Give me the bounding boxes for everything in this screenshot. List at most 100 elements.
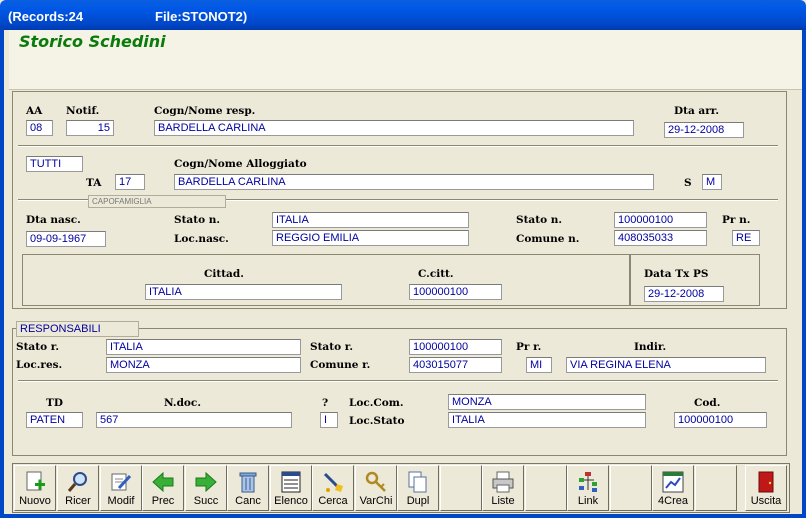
cerca-label: Cerca bbox=[318, 495, 348, 507]
4crea-label: 4Crea bbox=[658, 495, 688, 507]
elenco-label: Elenco bbox=[274, 495, 308, 507]
keys-icon bbox=[365, 471, 386, 492]
resp-name-field[interactable]: BARDELLA CARLINA bbox=[154, 120, 634, 136]
dta-nasc-label: Dta nasc. bbox=[26, 214, 81, 226]
capofamiglia-tag: CAPOFAMIGLIA bbox=[88, 195, 226, 208]
header-panel: Storico Schedini bbox=[9, 30, 802, 90]
nuovo-label: Nuovo bbox=[19, 495, 51, 507]
window-border-bottom bbox=[0, 514, 806, 518]
canc-label: Canc bbox=[235, 495, 261, 507]
ta-label: TA bbox=[86, 177, 102, 189]
trash-icon bbox=[239, 472, 257, 493]
sesso-field[interactable]: M bbox=[702, 174, 722, 190]
empty-button[interactable] bbox=[525, 465, 567, 511]
arrow-left-icon bbox=[152, 471, 174, 493]
4crea-button[interactable]: 4Crea bbox=[652, 465, 694, 511]
stato-r-code-field[interactable]: 100000100 bbox=[409, 339, 502, 355]
printer-icon bbox=[492, 471, 514, 493]
stato-n-code-label: Stato n. bbox=[516, 214, 563, 226]
stato-r-label: Stato r. bbox=[16, 341, 59, 353]
dta-arr-label: Dta arr. bbox=[674, 105, 719, 117]
notif-field[interactable]: 15 bbox=[66, 120, 114, 136]
modif-label: Modif bbox=[107, 495, 135, 507]
loc-stato-field[interactable]: ITALIA bbox=[448, 412, 646, 428]
notif-label: Notif. bbox=[66, 105, 100, 117]
divider bbox=[18, 380, 778, 382]
indir-field[interactable]: VIA REGINA ELENA bbox=[566, 357, 766, 373]
dupl-label: Dupl bbox=[406, 495, 430, 507]
td-label: TD bbox=[46, 397, 63, 409]
loc-stato-label: Loc.Stato bbox=[349, 415, 405, 427]
loc-com-field[interactable]: MONZA bbox=[448, 394, 646, 410]
cod-label: Cod. bbox=[694, 397, 721, 409]
ta-field[interactable]: 17 bbox=[115, 174, 145, 190]
ccitt-label: C.citt. bbox=[418, 268, 454, 280]
cod-field[interactable]: 100000100 bbox=[674, 412, 767, 428]
empty-button[interactable] bbox=[695, 465, 737, 511]
stato-r-code-label: Stato r. bbox=[310, 341, 353, 353]
edit-document-icon bbox=[111, 473, 132, 491]
pr-r-field[interactable]: MI bbox=[526, 357, 552, 373]
loc-nasc-field[interactable]: REGGIO EMILIA bbox=[272, 230, 469, 246]
pr-r-label: Pr r. bbox=[516, 341, 542, 353]
dta-tx-label: Data Tx PS bbox=[644, 268, 709, 280]
alloggiato-label: Cogn/Nome Alloggiato bbox=[174, 158, 307, 170]
varchi-label: VarChi bbox=[359, 495, 393, 507]
title-bar: (Records:24 File:STONOT2) bbox=[0, 0, 806, 30]
records-count: (Records:24 bbox=[8, 9, 84, 24]
tutti-field[interactable]: TUTTI bbox=[26, 156, 83, 172]
link-label: Link bbox=[577, 495, 599, 507]
resp-label: Cogn/Nome resp. bbox=[154, 105, 256, 117]
dta-nasc-field[interactable]: 09-09-1967 bbox=[26, 231, 106, 247]
cerca-button[interactable]: Cerca bbox=[312, 465, 354, 511]
chart-icon bbox=[662, 471, 684, 493]
window-border-right bbox=[802, 30, 806, 518]
dta-arr-field[interactable]: 29-12-2008 bbox=[664, 122, 744, 138]
succ-button[interactable]: Succ bbox=[185, 465, 227, 511]
canc-button[interactable]: Canc bbox=[227, 465, 269, 511]
pr-n-label: Pr n. bbox=[722, 214, 751, 226]
aa-field[interactable]: 08 bbox=[26, 120, 53, 136]
comune-r-label: Comune r. bbox=[310, 359, 371, 371]
exit-door-icon bbox=[758, 471, 774, 493]
aa-label: AA bbox=[26, 105, 43, 117]
divider bbox=[18, 145, 778, 147]
comune-r-field[interactable]: 403015077 bbox=[409, 357, 502, 373]
dupl-button[interactable]: Dupl bbox=[397, 465, 439, 511]
file-name: File:STONOT2) bbox=[155, 9, 248, 24]
td-field[interactable]: PATEN bbox=[26, 412, 83, 428]
alloggiato-field[interactable]: BARDELLA CARLINA bbox=[174, 174, 654, 190]
pr-n-field[interactable]: RE bbox=[732, 230, 760, 246]
loc-com-label: Loc.Com. bbox=[349, 397, 404, 409]
comune-n-field[interactable]: 408035033 bbox=[614, 230, 707, 246]
responsabili-tag: RESPONSABILI bbox=[16, 321, 139, 337]
arrow-right-icon bbox=[195, 471, 217, 493]
ricer-button[interactable]: Ricer bbox=[57, 465, 99, 511]
tree-icon bbox=[579, 472, 597, 492]
cittad-field[interactable]: ITALIA bbox=[145, 284, 342, 300]
question-label: ? bbox=[322, 397, 329, 409]
new-document-icon bbox=[26, 471, 45, 491]
empty-button[interactable] bbox=[610, 465, 652, 511]
loc-res-field[interactable]: MONZA bbox=[106, 357, 301, 373]
wand-icon bbox=[323, 472, 343, 492]
uscita-button[interactable]: Uscita bbox=[745, 465, 787, 511]
list-icon bbox=[281, 471, 301, 493]
modif-button[interactable]: Modif bbox=[100, 465, 142, 511]
link-button[interactable]: Link bbox=[567, 465, 609, 511]
prec-button[interactable]: Prec bbox=[142, 465, 184, 511]
ricer-label: Ricer bbox=[65, 495, 91, 507]
elenco-button[interactable]: Elenco bbox=[270, 465, 312, 511]
dta-tx-field[interactable]: 29-12-2008 bbox=[644, 286, 724, 302]
nuovo-button[interactable]: Nuovo bbox=[14, 465, 56, 511]
ccitt-field[interactable]: 100000100 bbox=[409, 284, 502, 300]
varchi-button[interactable]: VarChi bbox=[355, 465, 397, 511]
question-field[interactable]: I bbox=[320, 412, 338, 428]
stato-r-field[interactable]: ITALIA bbox=[106, 339, 301, 355]
empty-button[interactable] bbox=[440, 465, 482, 511]
stato-n-field[interactable]: ITALIA bbox=[272, 212, 469, 228]
ndoc-field[interactable]: 567 bbox=[96, 412, 292, 428]
stato-n-code-field[interactable]: 100000100 bbox=[614, 212, 707, 228]
liste-button[interactable]: Liste bbox=[482, 465, 524, 511]
indir-label: Indir. bbox=[634, 341, 667, 353]
